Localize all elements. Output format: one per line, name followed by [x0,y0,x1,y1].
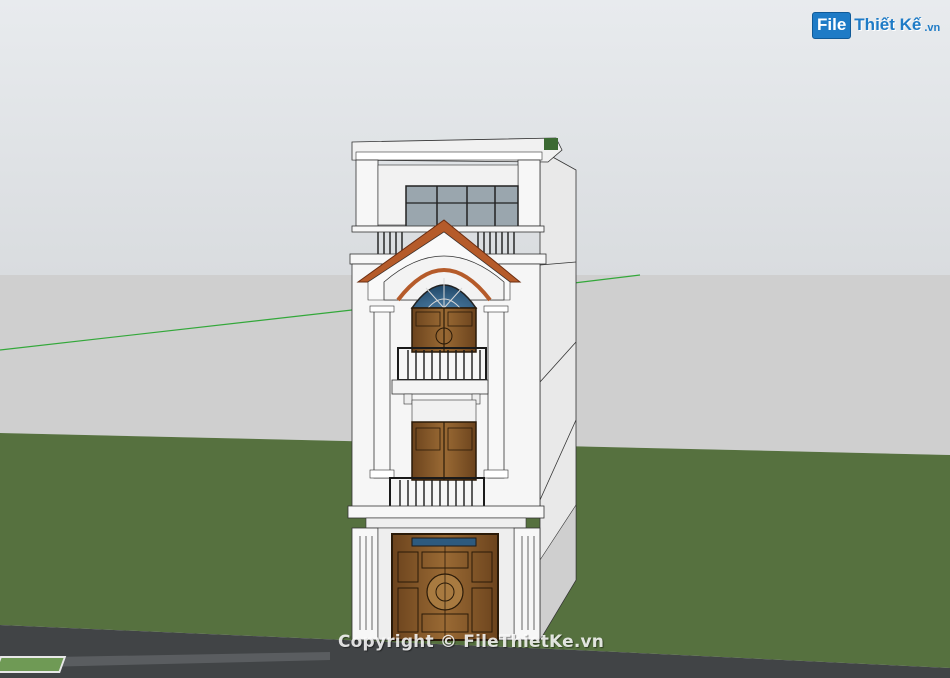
roof-planter [544,138,558,150]
upper-balcony-bracket [403,393,413,405]
upper-balcony-slab [391,379,489,395]
top-column-right [517,159,541,227]
sketchup-viewport[interactable] [0,0,950,678]
copyright-watermark: Copyright © FileThietKe.vn [338,632,605,652]
pilaster-base [483,469,509,479]
logo-suffix: .vn [924,22,941,34]
site-logo[interactable]: File Thiết Kế .vn [812,11,940,39]
road-grate [0,656,67,673]
sky [0,0,950,275]
mid-panel [411,399,477,423]
ground-pier-right [513,527,541,641]
ground-pier-left [351,527,379,641]
floor-cornice [347,505,545,519]
pilaster-left [373,309,391,479]
logo-badge: File [812,11,852,39]
house-model[interactable] [347,137,577,642]
floor-cornice-lower [365,517,527,529]
roof-cornice [355,151,543,161]
pilaster-capital [369,305,395,313]
ground-door-transom [411,537,477,547]
logo-name: Thiết Kế [854,15,922,34]
pilaster-base [369,469,395,479]
top-window [405,185,519,231]
top-column-left [355,159,379,227]
pilaster-capital [483,305,509,313]
pilaster-right [487,309,505,479]
